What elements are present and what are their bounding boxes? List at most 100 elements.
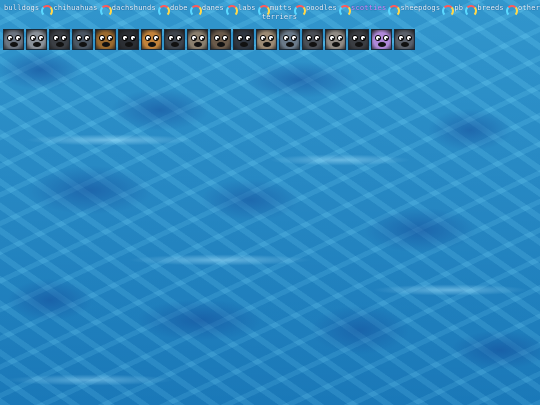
dog-eye-icon: [314, 35, 320, 41]
rainbow-separator-icon: [505, 5, 518, 17]
dog-thumbnail-6[interactable]: [118, 29, 139, 50]
dog-thumbnail-3[interactable]: [49, 29, 70, 50]
breed-nav-row-2: terriers: [15, 13, 540, 22]
dog-eye-icon: [30, 35, 36, 41]
nav-link-mutts[interactable]: mutts: [270, 4, 292, 13]
nav-link-chihuahuas[interactable]: chihuahuas: [53, 4, 97, 13]
dog-eye-icon: [245, 35, 251, 41]
dog-eye-icon: [283, 35, 289, 41]
dog-eye-icon: [383, 35, 389, 41]
nav-link-pb[interactable]: pb: [454, 4, 463, 13]
dog-nose-icon: [148, 42, 156, 47]
dog-thumbnail-18[interactable]: [394, 29, 415, 50]
rainbow-separator-icon: [465, 5, 478, 17]
dog-eye-icon: [352, 35, 358, 41]
dog-nose-icon: [102, 42, 110, 47]
dog-thumbnail-15[interactable]: [325, 29, 346, 50]
dog-nose-icon: [286, 42, 294, 47]
nav-link-dobe[interactable]: dobe: [170, 4, 188, 13]
dog-thumbnail-17[interactable]: [371, 29, 392, 50]
dog-nose-icon: [309, 42, 317, 47]
dog-nose-icon: [125, 42, 133, 47]
dog-thumbnail-2[interactable]: [26, 29, 47, 50]
rainbow-separator-icon: [225, 5, 239, 17]
rainbow-separator-icon: [157, 5, 171, 17]
dog-nose-icon: [171, 42, 179, 47]
breed-nav-row-1: bulldogs chihuahuas dachshunds dobe danes lab…: [0, 4, 540, 17]
rainbow-separator-icon: [189, 5, 202, 17]
dog-nose-icon: [79, 42, 87, 47]
dog-nose-icon: [10, 42, 18, 47]
nav-link-poodles[interactable]: poodles: [306, 4, 337, 13]
nav-link-other[interactable]: other: [518, 4, 540, 13]
dog-thumbnail-11[interactable]: [233, 29, 254, 50]
dog-thumbnail-10[interactable]: [210, 29, 231, 50]
dog-nose-icon: [332, 42, 340, 47]
nav-link-dachshunds[interactable]: dachshunds: [112, 4, 156, 13]
dog-eye-icon: [153, 35, 159, 41]
dog-nose-icon: [240, 42, 248, 47]
rainbow-separator-icon: [338, 5, 352, 17]
dog-nose-icon: [263, 42, 271, 47]
dog-eye-icon: [199, 35, 205, 41]
dog-thumbnail-7[interactable]: [141, 29, 162, 50]
rainbow-separator-icon: [442, 5, 455, 17]
dog-eye-icon: [406, 35, 412, 41]
dog-thumbnail-5[interactable]: [95, 29, 116, 50]
dog-eye-icon: [291, 35, 297, 41]
dog-eye-icon: [168, 35, 174, 41]
dog-eye-icon: [268, 35, 274, 41]
dog-nose-icon: [378, 42, 386, 47]
dog-eye-icon: [61, 35, 67, 41]
dog-thumbnail-9[interactable]: [187, 29, 208, 50]
nav-link-danes[interactable]: danes: [202, 4, 224, 13]
dog-eye-icon: [191, 35, 197, 41]
rainbow-separator-icon: [257, 5, 270, 17]
dog-eye-icon: [38, 35, 44, 41]
dog-eye-icon: [122, 35, 128, 41]
dog-nose-icon: [194, 42, 202, 47]
dog-eye-icon: [214, 35, 220, 41]
dog-eye-icon: [99, 35, 105, 41]
dog-thumbnail-16[interactable]: [348, 29, 369, 50]
dog-eye-icon: [76, 35, 82, 41]
dog-nose-icon: [56, 42, 64, 47]
nav-link-scotties[interactable]: scotties: [351, 4, 386, 13]
dog-nose-icon: [217, 42, 225, 47]
dog-nose-icon: [355, 42, 363, 47]
dog-eye-icon: [107, 35, 113, 41]
dog-eye-icon: [306, 35, 312, 41]
dog-eye-icon: [84, 35, 90, 41]
dog-thumbnail-8[interactable]: [164, 29, 185, 50]
dog-nose-icon: [401, 42, 409, 47]
dog-thumbnail-14[interactable]: [302, 29, 323, 50]
dog-eye-icon: [260, 35, 266, 41]
nav-link-sheepdogs[interactable]: sheepdogs: [401, 4, 441, 13]
dog-eye-icon: [237, 35, 243, 41]
dog-eye-icon: [145, 35, 151, 41]
rainbow-separator-icon: [388, 5, 401, 17]
dog-thumbnail-strip: [3, 29, 417, 50]
breed-navigation: bulldogs chihuahuas dachshunds dobe danes lab…: [0, 4, 540, 22]
dog-thumbnail-13[interactable]: [279, 29, 300, 50]
dog-eye-icon: [398, 35, 404, 41]
dog-eye-icon: [375, 35, 381, 41]
page: { "nav": { "row1": [ {"label": "bulldogs…: [0, 0, 540, 405]
dog-thumbnail-4[interactable]: [72, 29, 93, 50]
dog-thumbnail-1[interactable]: [3, 29, 24, 50]
dog-eye-icon: [329, 35, 335, 41]
dog-eye-icon: [130, 35, 136, 41]
dog-eye-icon: [7, 35, 13, 41]
dog-eye-icon: [53, 35, 59, 41]
dog-eye-icon: [360, 35, 366, 41]
dog-eye-icon: [176, 35, 182, 41]
dog-eye-icon: [15, 35, 21, 41]
rainbow-separator-icon: [293, 5, 307, 17]
dog-eye-icon: [337, 35, 343, 41]
nav-link-labs[interactable]: labs: [238, 4, 256, 13]
nav-link-bulldogs[interactable]: bulldogs: [4, 4, 39, 13]
dog-nose-icon: [33, 42, 41, 47]
nav-link-breeds[interactable]: breeds: [477, 4, 504, 13]
dog-eye-icon: [222, 35, 228, 41]
dog-thumbnail-12[interactable]: [256, 29, 277, 50]
